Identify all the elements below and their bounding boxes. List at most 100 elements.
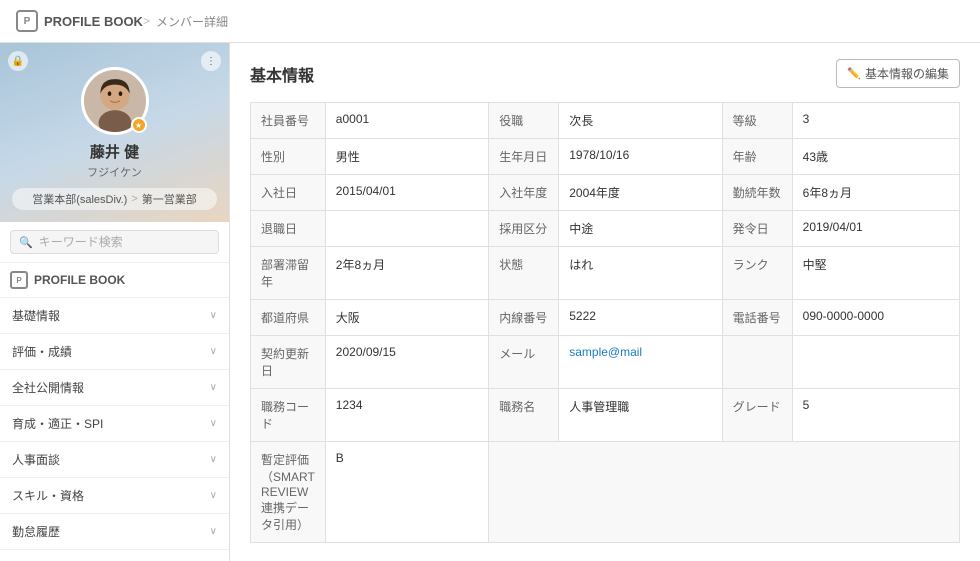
- field-label: 生年月日: [489, 139, 559, 175]
- dept-sep: >: [131, 193, 137, 205]
- sidebar-item-4[interactable]: 人事面談 ∨: [0, 442, 229, 478]
- dept1-label: 営業本部(salesDiv.): [32, 191, 127, 207]
- field-value: sample@mail: [559, 336, 722, 389]
- section-title: 基本情報: [250, 62, 314, 86]
- search-icon: 🔍: [19, 236, 33, 249]
- sidebar-logo-icon: P: [10, 271, 28, 289]
- sidebar-item-3[interactable]: 育成・適正・SPI ∨: [0, 406, 229, 442]
- field-label: 職務名: [489, 389, 559, 442]
- field-label: メール: [489, 336, 559, 389]
- field-value: 43歳: [792, 139, 959, 175]
- breadcrumb-current: メンバー詳細: [156, 13, 228, 30]
- field-label: 性別: [251, 139, 326, 175]
- field-value: 2020/09/15: [325, 336, 488, 389]
- field-value: 5: [792, 389, 959, 442]
- field-value: 男性: [325, 139, 488, 175]
- section-header: 基本情報 ✏️ 基本情報の編集: [250, 59, 960, 88]
- table-row: 都道府県大阪内線番号5222電話番号090-0000-0000: [251, 300, 960, 336]
- field-value: はれ: [559, 247, 722, 300]
- field-value: 人事管理職: [559, 389, 722, 442]
- field-label: 部署滞留年: [251, 247, 326, 300]
- sidebar-item-label: スキル・資格: [12, 487, 84, 504]
- sidebar-item-label: 基礎情報: [12, 307, 60, 324]
- field-value: 3: [792, 103, 959, 139]
- chevron-down-icon: ∨: [210, 490, 217, 501]
- profile-kana: フジイケン: [12, 164, 217, 180]
- field-label: 入社日: [251, 175, 326, 211]
- field-label: 勤続年数: [722, 175, 792, 211]
- profile-card: 🔒 ⋮: [0, 43, 229, 222]
- field-label: 内線番号: [489, 300, 559, 336]
- sidebar-item-7[interactable]: 給与履歴∨: [0, 550, 229, 561]
- sidebar-item-1[interactable]: 評価・成績 ∨: [0, 334, 229, 370]
- field-label: 役職: [489, 103, 559, 139]
- field-value: [325, 211, 488, 247]
- field-label: 暫定評価 （SMART REVIEW 連携デー タ引用）: [251, 442, 326, 543]
- field-label: 電話番号: [722, 300, 792, 336]
- field-value: 2019/04/01: [792, 211, 959, 247]
- field-label: 契約更新 日: [251, 336, 326, 389]
- field-value: 次長: [559, 103, 722, 139]
- sidebar-item-5[interactable]: スキル・資格 ∨: [0, 478, 229, 514]
- field-label: 職務コー ド: [251, 389, 326, 442]
- field-label: 等級: [722, 103, 792, 139]
- chevron-down-icon: ∨: [210, 346, 217, 357]
- profile-dept: 営業本部(salesDiv.) > 第一営業部: [12, 188, 217, 210]
- search-input[interactable]: [39, 235, 210, 249]
- table-row: 社員番号a0001役職次長等級3: [251, 103, 960, 139]
- info-table: 社員番号a0001役職次長等級3性別男性生年月日1978/10/16年齢43歳入…: [250, 102, 960, 543]
- sidebar-brand-text: PROFILE BOOK: [34, 273, 125, 287]
- search-input-wrapper: 🔍: [10, 230, 219, 254]
- sidebar-item-label: 勤怠履歴: [12, 523, 60, 540]
- chevron-down-icon: ∨: [210, 382, 217, 393]
- dept2-label: 第一営業部: [142, 191, 197, 207]
- sidebar-brand: P PROFILE BOOK: [0, 263, 229, 298]
- breadcrumb-sep: >: [143, 14, 150, 28]
- field-label: ランク: [722, 247, 792, 300]
- sidebar-item-2[interactable]: 全社公開情報 ∨: [0, 370, 229, 406]
- field-value: 大阪: [325, 300, 488, 336]
- sidebar-item-label: 評価・成績: [12, 343, 72, 360]
- field-value: a0001: [325, 103, 488, 139]
- profile-name: 藤井 健: [12, 141, 217, 162]
- field-label: 採用区分: [489, 211, 559, 247]
- logo-icon: P: [16, 10, 38, 32]
- field-label: 年齢: [722, 139, 792, 175]
- field-label: 発令日: [722, 211, 792, 247]
- table-row: 契約更新 日2020/09/15メールsample@mail: [251, 336, 960, 389]
- logo-text: PROFILE BOOK: [44, 14, 143, 29]
- field-label: [722, 336, 792, 389]
- field-value: 中途: [559, 211, 722, 247]
- breadcrumb: > メンバー詳細: [143, 13, 228, 30]
- chevron-down-icon: ∨: [210, 418, 217, 429]
- field-value: 2004年度: [559, 175, 722, 211]
- field-value: 2015/04/01: [325, 175, 488, 211]
- sidebar-item-0[interactable]: 基礎情報 ∨: [0, 298, 229, 334]
- avatar-badge: ★: [131, 117, 147, 133]
- field-label: 状態: [489, 247, 559, 300]
- table-row: 暫定評価 （SMART REVIEW 連携デー タ引用）B: [251, 442, 960, 543]
- header-logo: P PROFILE BOOK: [16, 10, 143, 32]
- field-label: 入社年度: [489, 175, 559, 211]
- sidebar-item-6[interactable]: 勤怠履歴 ∨: [0, 514, 229, 550]
- chevron-down-icon: ∨: [210, 526, 217, 537]
- field-value: B: [325, 442, 488, 543]
- field-value: 1234: [325, 389, 488, 442]
- edit-btn-label: 基本情報の編集: [865, 65, 949, 82]
- more-icon[interactable]: ⋮: [201, 51, 221, 71]
- chevron-down-icon: ∨: [210, 310, 217, 321]
- field-label: 社員番号: [251, 103, 326, 139]
- sidebar-item-label: 育成・適正・SPI: [12, 415, 103, 432]
- field-value: 6年8ヵ月: [792, 175, 959, 211]
- chevron-down-icon: ∨: [210, 454, 217, 465]
- edit-button[interactable]: ✏️ 基本情報の編集: [836, 59, 960, 88]
- header: P PROFILE BOOK > メンバー詳細: [0, 0, 980, 43]
- field-value: 5222: [559, 300, 722, 336]
- sidebar-item-label: 人事面談: [12, 451, 60, 468]
- table-row: 部署滞留年2年8ヵ月状態はれランク中堅: [251, 247, 960, 300]
- lock-icon[interactable]: 🔒: [8, 51, 28, 71]
- table-row: 性別男性生年月日1978/10/16年齢43歳: [251, 139, 960, 175]
- search-box: 🔍: [0, 222, 229, 263]
- sidebar: 🔒 ⋮: [0, 43, 230, 561]
- sidebar-item-label: 全社公開情報: [12, 379, 84, 396]
